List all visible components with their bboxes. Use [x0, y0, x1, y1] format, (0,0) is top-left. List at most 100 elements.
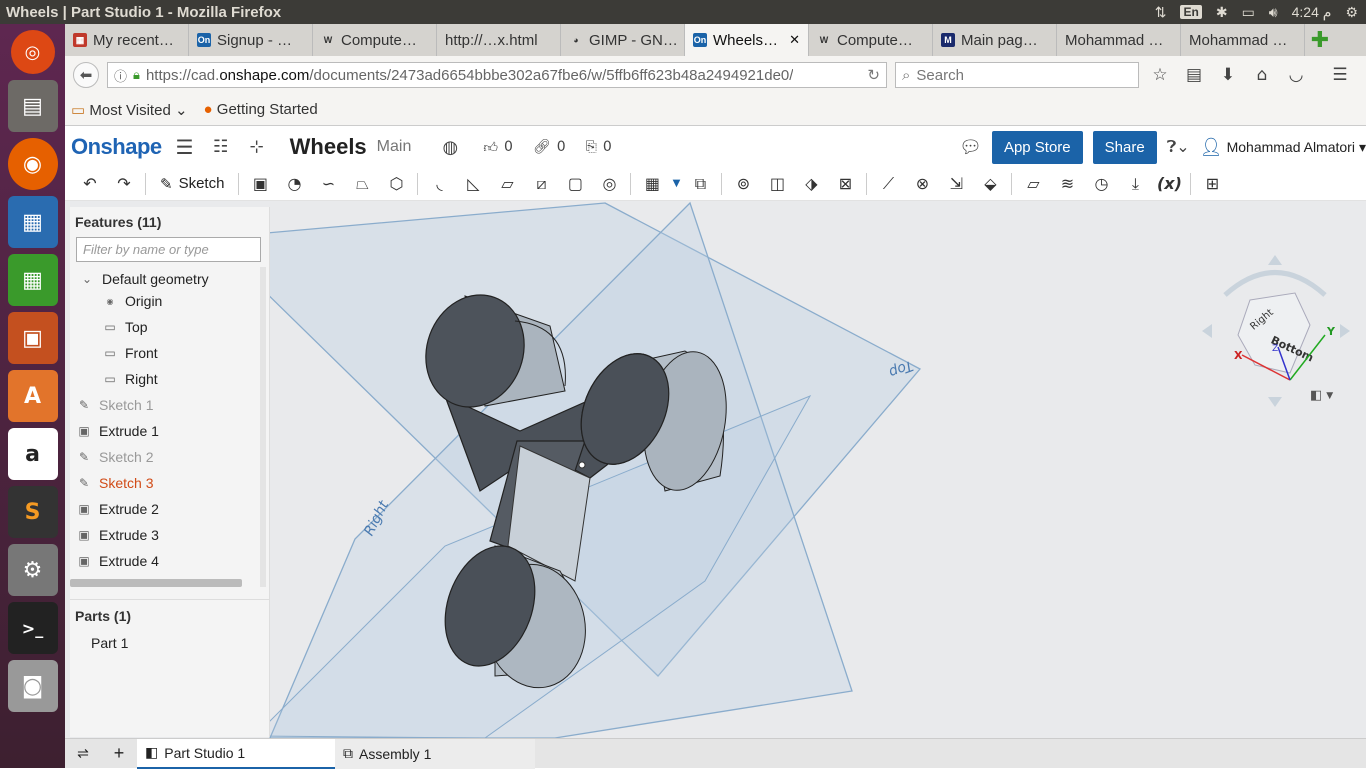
view-cube[interactable]: Right Bottom X Y Z ◧ ▼	[1200, 255, 1355, 415]
workspace-name[interactable]: Main	[377, 138, 412, 156]
modify-fillet-icon[interactable]: ⟋	[871, 170, 905, 198]
volume-icon[interactable]: 🔊︎	[1269, 4, 1278, 21]
feature-list-hscrollbar[interactable]	[70, 579, 242, 587]
feature-front-plane[interactable]: ▭ Front	[103, 340, 298, 366]
amazon-icon[interactable]: a	[7, 428, 58, 480]
comments-icon[interactable]: 💬︎	[959, 137, 982, 158]
likes-count[interactable]: 👍︎ 0	[483, 139, 513, 156]
getting-started-bookmark[interactable]: ● Getting Started	[204, 101, 318, 118]
feature-list-icon[interactable]: ☷	[208, 137, 234, 157]
info-icon[interactable]: ⓘ	[114, 66, 127, 85]
close-tab-icon[interactable]: ✕	[789, 32, 800, 48]
writer-icon[interactable]: ▦	[7, 196, 58, 248]
files-icon[interactable]: ▤	[7, 80, 58, 132]
delete-face-icon[interactable]: ⊗	[905, 170, 939, 198]
bluetooth-icon[interactable]: ✱	[1216, 4, 1228, 21]
undo-icon[interactable]: ↶	[73, 170, 107, 198]
mate-connector-icon[interactable]: ◷	[1084, 170, 1118, 198]
browser-tab-active[interactable]: On Wheels… ✕	[685, 24, 809, 56]
thicken-icon[interactable]: ⬡	[379, 170, 413, 198]
app-store-button[interactable]: App Store	[991, 130, 1083, 164]
browser-tab[interactable]: Mohammad …	[1181, 24, 1305, 56]
feature-right-plane[interactable]: ▭ Right	[103, 366, 298, 392]
onshape-logo[interactable]: Onshape	[71, 134, 162, 160]
tab-manager-icon[interactable]: ⇌	[65, 739, 101, 769]
helix-icon[interactable]: ≋	[1050, 170, 1084, 198]
replace-face-icon[interactable]: ⬙	[973, 170, 1007, 198]
browser-tab[interactable]: Mohammad …	[1057, 24, 1181, 56]
feature-sketch-2[interactable]: ✎ Sketch 2	[77, 444, 272, 470]
add-custom-feature-icon[interactable]: ⊞	[1195, 170, 1229, 198]
insert-icon[interactable]: ⊹	[244, 137, 270, 157]
shell-icon[interactable]: ▢	[558, 170, 592, 198]
mirror-icon[interactable]: ⧉	[683, 170, 717, 198]
sweep-icon[interactable]: ∽	[311, 170, 345, 198]
document-title[interactable]: Wheels	[290, 134, 367, 160]
camera-icon[interactable]: ◙	[7, 660, 58, 712]
search-input[interactable]: ⌕ Search	[895, 62, 1139, 88]
part-item[interactable]: Part 1	[91, 630, 286, 656]
chamfer-icon[interactable]: ◺	[456, 170, 490, 198]
feature-extrude-3[interactable]: ▣ Extrude 3	[77, 522, 272, 548]
calc-icon[interactable]: ▦	[7, 254, 58, 306]
browser-tab[interactable]: ◕ GIMP - GN…	[561, 24, 685, 56]
view-options-menu[interactable]: ◧ ▼	[1310, 388, 1333, 403]
rib-icon[interactable]: ⧄	[524, 170, 558, 198]
feature-origin[interactable]: ◉ Origin	[103, 288, 298, 314]
firefox-icon[interactable]: ◉	[7, 138, 58, 190]
draft-icon[interactable]: ⏥	[490, 170, 524, 198]
new-tab-button[interactable]: ✚	[1305, 24, 1335, 56]
copies-count[interactable]: ⎘ 0	[586, 139, 612, 155]
menu-icon[interactable]: ☰	[1327, 65, 1353, 85]
pocket-icon[interactable]: ◡	[1283, 65, 1309, 85]
network-icon[interactable]: ⇅	[1155, 4, 1167, 21]
revolve-icon[interactable]: ◔	[277, 170, 311, 198]
browser-tab[interactable]: M Main pag…	[933, 24, 1057, 56]
fillet-icon[interactable]: ◟	[422, 170, 456, 198]
reading-list-icon[interactable]: ▤	[1181, 65, 1207, 85]
most-visited-bookmark[interactable]: ▭ Most Visited ⌄	[71, 101, 188, 119]
tab-assembly-1[interactable]: ⧉ Assembly 1	[335, 738, 535, 769]
chevron-down-icon[interactable]: ⌄	[80, 272, 94, 286]
move-face-icon[interactable]: ⇲	[939, 170, 973, 198]
feature-sketch-3[interactable]: ✎ Sketch 3	[77, 470, 272, 496]
browser-tab[interactable]: W Compute…	[809, 24, 933, 56]
help-icon[interactable]: ❓︎⌄	[1167, 137, 1190, 157]
software-center-icon[interactable]: A	[7, 370, 58, 422]
loft-icon[interactable]: ⏢	[345, 170, 379, 198]
downloads-icon[interactable]: ⬇	[1215, 65, 1241, 85]
browser-tab[interactable]: W Compute…	[313, 24, 437, 56]
browser-tab[interactable]: ▦ My recent…	[65, 24, 189, 56]
user-menu[interactable]: 👤︎ Mohammad Almatori ▾	[1200, 137, 1366, 158]
feature-extrude-2[interactable]: ▣ Extrude 2	[77, 496, 272, 522]
add-tab-button[interactable]: +	[101, 739, 137, 769]
delete-part-icon[interactable]: ⊠	[828, 170, 862, 198]
pattern-icon[interactable]: ▦	[635, 170, 669, 198]
url-bar[interactable]: ⓘ 🔒︎ https://cad.onshape.com/documents/2…	[107, 62, 887, 88]
variable-icon[interactable]: (x)	[1152, 170, 1186, 198]
bookmark-star-icon[interactable]: ☆	[1147, 65, 1173, 85]
extrude-icon[interactable]: ▣	[243, 170, 277, 198]
browser-tab[interactable]: On Signup - …	[189, 24, 313, 56]
redo-icon[interactable]: ↷	[107, 170, 141, 198]
back-button[interactable]: ⬅	[73, 62, 99, 88]
keyboard-layout[interactable]: En	[1180, 5, 1202, 19]
import-icon[interactable]: ⤓	[1118, 170, 1152, 198]
home-icon[interactable]: ⌂	[1249, 65, 1275, 85]
feature-extrude-1[interactable]: ▣ Extrude 1	[77, 418, 272, 444]
clock[interactable]: 4:24 م	[1292, 4, 1332, 21]
plane-icon[interactable]: ▱	[1016, 170, 1050, 198]
battery-icon[interactable]: ▭	[1242, 4, 1255, 21]
gear-icon[interactable]: ⚙	[1345, 4, 1358, 21]
ubuntu-dash-icon[interactable]: ◎	[10, 30, 55, 74]
tab-part-studio-1[interactable]: ◧ Part Studio 1	[137, 738, 335, 769]
boolean-icon[interactable]: ⊚	[726, 170, 760, 198]
chevron-down-icon[interactable]: ▼	[669, 170, 683, 198]
sublime-icon[interactable]: S	[7, 486, 58, 538]
feature-top-plane[interactable]: ▭ Top	[103, 314, 298, 340]
share-button[interactable]: Share	[1092, 130, 1157, 164]
reload-icon[interactable]: ↻	[867, 66, 880, 84]
feature-filter-input[interactable]: Filter by name or type	[76, 237, 261, 262]
feature-extrude-4[interactable]: ▣ Extrude 4	[77, 548, 272, 574]
sketch-button[interactable]: ✎ Sketch	[150, 175, 234, 193]
